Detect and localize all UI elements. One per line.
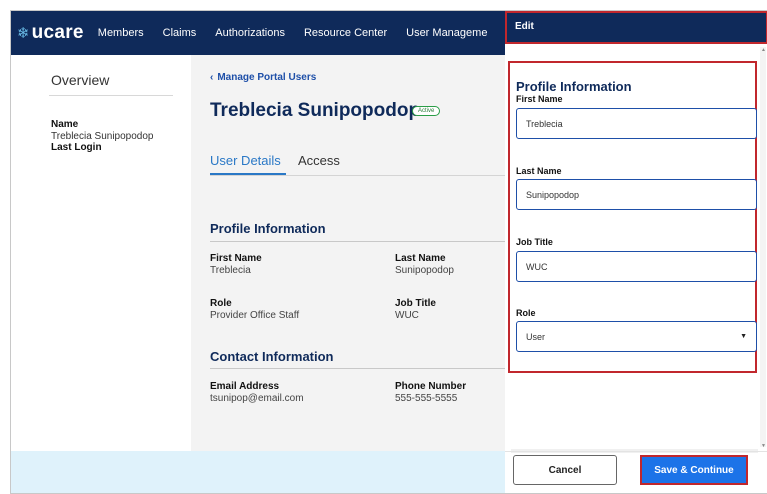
job-title-value: WUC [395, 310, 419, 321]
save-and-continue-button[interactable]: Save & Continue [640, 455, 748, 485]
edit-profile-form: Profile Information First Name Last Name… [508, 61, 757, 373]
name-value: Treblecia Sunipopodop [51, 131, 154, 142]
role-selected-value: User [526, 331, 546, 342]
main-content: ‹ Manage Portal Users Treblecia Sunipopod… [191, 55, 505, 451]
chevron-left-icon: ‹ [210, 72, 214, 83]
role-label: Role [210, 298, 232, 309]
nav-item-authorizations[interactable]: Authorizations [215, 27, 285, 39]
last-name-label: Last Name [516, 166, 562, 176]
ucare-logo[interactable]: ❄ ucare [17, 22, 84, 44]
profile-section-title: Profile Information [210, 221, 326, 236]
first-name-value: Treblecia [210, 265, 251, 276]
status-badge: Active [412, 106, 441, 116]
app-window: ❄ ucare Members Claims Authorizations Re… [10, 10, 767, 494]
first-name-field[interactable] [516, 108, 757, 139]
snowflake-icon: ❄ [17, 24, 30, 42]
section-divider [210, 368, 505, 369]
last-name-label: Last Name [395, 253, 446, 264]
job-title-field[interactable] [516, 251, 757, 282]
vertical-scrollbar[interactable] [760, 47, 766, 447]
first-name-label: First Name [210, 253, 262, 264]
last-login-label: Last Login [51, 142, 102, 153]
job-title-label: Job Title [395, 298, 436, 309]
back-link-label: Manage Portal Users [217, 72, 317, 83]
first-name-label: First Name [516, 94, 563, 104]
page-title: Treblecia Sunipopodop [210, 100, 421, 121]
cancel-button[interactable]: Cancel [513, 455, 617, 485]
overview-heading: Overview [51, 72, 110, 88]
top-navigation-bar: ❄ ucare Members Claims Authorizations Re… [11, 11, 505, 55]
phone-value: 555-555-5555 [395, 393, 458, 404]
footer-divider [505, 451, 767, 452]
contact-section-title: Contact Information [210, 349, 334, 364]
nav-item-resource-center[interactable]: Resource Center [304, 27, 387, 39]
back-link-manage-portal-users[interactable]: ‹ Manage Portal Users [210, 72, 316, 83]
logo-text: ucare [31, 22, 84, 43]
nav-item-claims[interactable]: Claims [163, 27, 197, 39]
email-value: tsunipop@email.com [210, 393, 304, 404]
tab-access[interactable]: Access [298, 153, 340, 168]
left-summary-panel: Overview Name Treblecia Sunipopodop Last… [11, 55, 191, 451]
divider [49, 95, 173, 96]
phone-label: Phone Number [395, 381, 467, 392]
section-divider [210, 241, 505, 242]
page-footer [11, 451, 505, 493]
job-title-label: Job Title [516, 237, 553, 247]
nav-item-user-management[interactable]: User Manageme [406, 27, 487, 39]
tab-user-details[interactable]: User Details [210, 153, 281, 168]
tab-divider [210, 175, 505, 176]
nav-item-members[interactable]: Members [98, 27, 144, 39]
last-name-field[interactable] [516, 179, 757, 210]
edit-panel-header: Edit [505, 11, 767, 44]
last-name-value: Sunipopodop [395, 265, 454, 276]
role-value: Provider Office Staff [210, 310, 300, 321]
name-label: Name [51, 119, 79, 130]
scroll-down-arrow-icon[interactable]: ▼ [761, 443, 766, 449]
role-label: Role [516, 308, 536, 318]
scroll-up-arrow-icon[interactable]: ▲ [761, 47, 766, 53]
edit-panel-title: Edit [515, 21, 534, 32]
edit-panel: Edit ▲ ▼ Profile Information First Name … [505, 11, 767, 493]
role-select[interactable]: User ▼ [516, 321, 757, 352]
caret-down-icon: ▼ [740, 333, 747, 340]
edit-section-title: Profile Information [516, 79, 632, 94]
email-label: Email Address [210, 381, 280, 392]
